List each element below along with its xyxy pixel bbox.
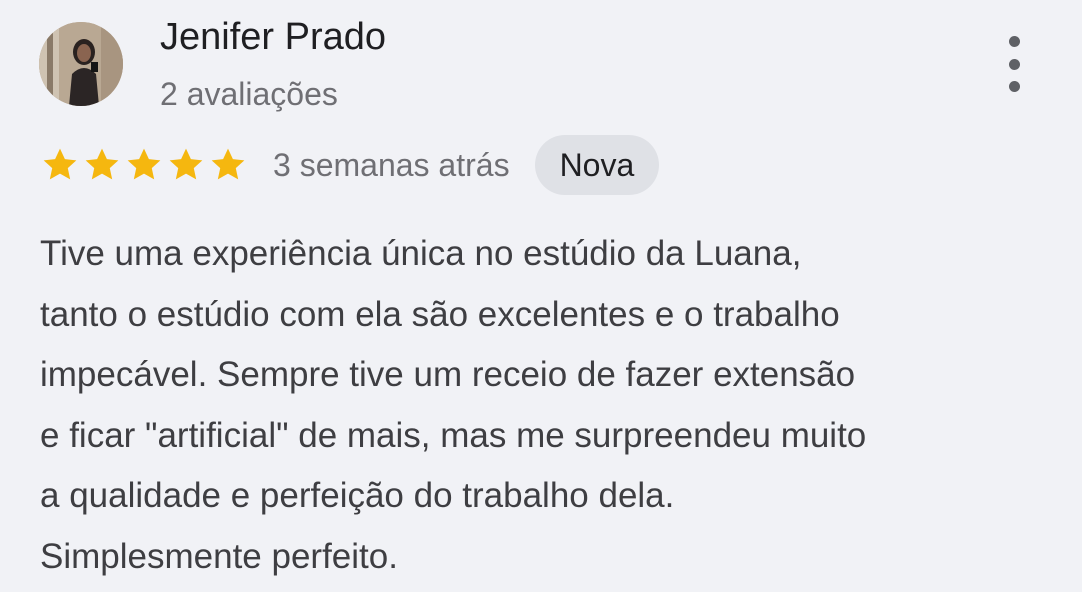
more-options-button[interactable] <box>996 36 1032 92</box>
review-time: 3 semanas atrás <box>273 146 510 183</box>
review-text-line: tanto o estúdio com ela são excelentes e… <box>40 294 840 334</box>
star-icon <box>82 145 122 185</box>
star-icon <box>124 145 164 185</box>
review-text-line: Simplesmente perfeito. <box>40 536 398 576</box>
review-text-line: impecável. Sempre tive um receio de faze… <box>40 355 856 394</box>
rating-row: 3 semanas atrás Nova <box>40 134 660 196</box>
more-vertical-icon-dot <box>1008 81 1020 92</box>
review-text: Tive uma experiência única no estúdio da… <box>40 224 1060 587</box>
author-review-count: 2 avaliações <box>160 76 338 112</box>
review-card: Jenifer Prado 2 avaliações 3 semanas atr… <box>0 0 1082 592</box>
avatar[interactable] <box>39 22 123 106</box>
star-icon <box>166 145 206 185</box>
review-text-line: a qualidade e perfeição do trabalho dela… <box>40 476 675 515</box>
new-badge: Nova <box>534 135 660 195</box>
review-text-line: Tive uma experiência única no estúdio da… <box>40 234 802 273</box>
more-vertical-icon-dot <box>1008 58 1020 70</box>
author-name[interactable]: Jenifer Prado <box>160 16 386 59</box>
avatar-photo <box>39 22 123 106</box>
star-icon <box>208 145 248 185</box>
review-text-line: e ficar "artificial" de mais, mas me sur… <box>40 415 867 455</box>
star-icon <box>40 145 80 185</box>
more-vertical-icon <box>1008 36 1020 47</box>
star-rating <box>40 145 248 185</box>
